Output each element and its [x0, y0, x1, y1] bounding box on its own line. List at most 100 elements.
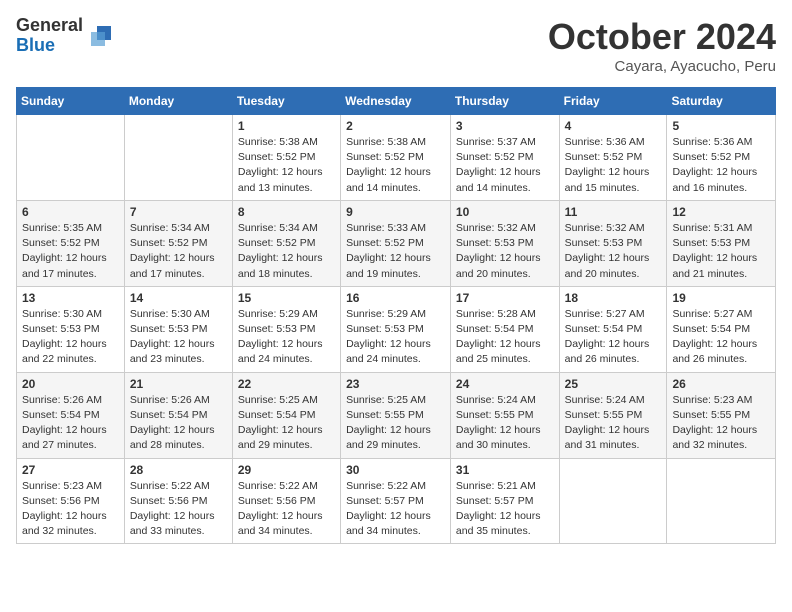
calendar-week-2: 6 Sunrise: 5:35 AMSunset: 5:52 PMDaylight…: [17, 200, 776, 286]
day-number: 26: [672, 377, 770, 391]
calendar-cell: 14 Sunrise: 5:30 AMSunset: 5:53 PMDayligh…: [124, 286, 232, 372]
calendar-cell: [17, 115, 125, 201]
day-number: 24: [456, 377, 554, 391]
day-number: 29: [238, 463, 335, 477]
day-info: Sunrise: 5:25 AMSunset: 5:54 PMDaylight:…: [238, 393, 335, 454]
day-number: 12: [672, 205, 770, 219]
calendar-cell: 8Sunrise: 5:34 AMSunset: 5:52 PMDaylight…: [232, 200, 340, 286]
weekday-header-tuesday: Tuesday: [232, 88, 340, 115]
day-info: Sunrise: 5:38 AMSunset: 5:52 PMDaylight:…: [238, 135, 335, 196]
calendar-cell: 20 Sunrise: 5:26 AMSunset: 5:54 PMDayligh…: [17, 372, 125, 458]
calendar-week-5: 27Sunrise: 5:23 AMSunset: 5:56 PMDayligh…: [17, 458, 776, 544]
calendar-cell: 18 Sunrise: 5:27 AMSunset: 5:54 PMDayligh…: [559, 286, 667, 372]
day-number: 7: [130, 205, 227, 219]
calendar-cell: 10Sunrise: 5:32 AMSunset: 5:53 PMDayligh…: [450, 200, 559, 286]
day-info: Sunrise: 5:27 AMSunset: 5:54 PMDaylight:…: [565, 307, 662, 368]
day-number: 28: [130, 463, 227, 477]
day-number: 3: [456, 119, 554, 133]
logo: General Blue: [16, 16, 115, 56]
calendar-week-1: 1 Sunrise: 5:38 AMSunset: 5:52 PMDaylight…: [17, 115, 776, 201]
day-info: Sunrise: 5:31 AMSunset: 5:53 PMDaylight:…: [672, 221, 770, 282]
day-number: 4: [565, 119, 662, 133]
weekday-header-friday: Friday: [559, 88, 667, 115]
day-info: Sunrise: 5:34 AMSunset: 5:52 PMDaylight:…: [238, 221, 335, 282]
day-info: Sunrise: 5:28 AMSunset: 5:54 PMDaylight:…: [456, 307, 554, 368]
calendar-cell: [124, 115, 232, 201]
day-number: 19: [672, 291, 770, 305]
calendar-table: SundayMondayTuesdayWednesdayThursdayFrid…: [16, 87, 776, 544]
month-title: October 2024: [548, 16, 776, 58]
day-number: 1: [238, 119, 335, 133]
location-subtitle: Cayara, Ayacucho, Peru: [548, 58, 776, 75]
day-info: Sunrise: 5:21 AMSunset: 5:57 PMDaylight:…: [456, 479, 554, 540]
calendar-cell: 11Sunrise: 5:32 AMSunset: 5:53 PMDayligh…: [559, 200, 667, 286]
calendar-cell: 25Sunrise: 5:24 AMSunset: 5:55 PMDayligh…: [559, 372, 667, 458]
day-info: Sunrise: 5:26 AMSunset: 5:54 PMDaylight:…: [130, 393, 227, 454]
calendar-week-4: 20 Sunrise: 5:26 AMSunset: 5:54 PMDayligh…: [17, 372, 776, 458]
weekday-header-monday: Monday: [124, 88, 232, 115]
day-number: 6: [22, 205, 119, 219]
calendar-cell: 27Sunrise: 5:23 AMSunset: 5:56 PMDayligh…: [17, 458, 125, 544]
day-number: 27: [22, 463, 119, 477]
calendar-header: SundayMondayTuesdayWednesdayThursdayFrid…: [17, 88, 776, 115]
day-number: 14: [130, 291, 227, 305]
logo-general: General: [16, 16, 83, 36]
calendar-cell: 16 Sunrise: 5:29 AMSunset: 5:53 PMDayligh…: [341, 286, 451, 372]
day-number: 31: [456, 463, 554, 477]
day-number: 11: [565, 205, 662, 219]
calendar-cell: 24 Sunrise: 5:24 AMSunset: 5:55 PMDayligh…: [450, 372, 559, 458]
day-info: Sunrise: 5:22 AMSunset: 5:56 PMDaylight:…: [238, 479, 335, 540]
day-info: Sunrise: 5:30 AMSunset: 5:53 PMDaylight:…: [130, 307, 227, 368]
logo-blue: Blue: [16, 36, 83, 56]
day-number: 30: [346, 463, 445, 477]
calendar-cell: 21Sunrise: 5:26 AMSunset: 5:54 PMDayligh…: [124, 372, 232, 458]
day-info: Sunrise: 5:24 AMSunset: 5:55 PMDaylight:…: [456, 393, 554, 454]
day-info: Sunrise: 5:30 AMSunset: 5:53 PMDaylight:…: [22, 307, 119, 368]
calendar-week-3: 13 Sunrise: 5:30 AMSunset: 5:53 PMDayligh…: [17, 286, 776, 372]
calendar-cell: [667, 458, 776, 544]
day-info: Sunrise: 5:26 AMSunset: 5:54 PMDaylight:…: [22, 393, 119, 454]
calendar-cell: 1 Sunrise: 5:38 AMSunset: 5:52 PMDaylight…: [232, 115, 340, 201]
day-number: 5: [672, 119, 770, 133]
day-number: 10: [456, 205, 554, 219]
day-number: 18: [565, 291, 662, 305]
calendar-cell: 26 Sunrise: 5:23 AMSunset: 5:55 PMDayligh…: [667, 372, 776, 458]
calendar-cell: 7 Sunrise: 5:34 AMSunset: 5:52 PMDaylight…: [124, 200, 232, 286]
day-info: Sunrise: 5:38 AMSunset: 5:52 PMDaylight:…: [346, 135, 445, 196]
day-info: Sunrise: 5:25 AMSunset: 5:55 PMDaylight:…: [346, 393, 445, 454]
calendar-cell: 22Sunrise: 5:25 AMSunset: 5:54 PMDayligh…: [232, 372, 340, 458]
day-info: Sunrise: 5:22 AMSunset: 5:56 PMDaylight:…: [130, 479, 227, 540]
calendar-cell: 5 Sunrise: 5:36 AMSunset: 5:52 PMDaylight…: [667, 115, 776, 201]
day-number: 23: [346, 377, 445, 391]
day-number: 15: [238, 291, 335, 305]
page-header: General Blue October 2024 Cayara, Ayacuc…: [16, 16, 776, 75]
day-info: Sunrise: 5:22 AMSunset: 5:57 PMDaylight:…: [346, 479, 445, 540]
day-info: Sunrise: 5:23 AMSunset: 5:55 PMDaylight:…: [672, 393, 770, 454]
day-info: Sunrise: 5:37 AMSunset: 5:52 PMDaylight:…: [456, 135, 554, 196]
day-info: Sunrise: 5:27 AMSunset: 5:54 PMDaylight:…: [672, 307, 770, 368]
calendar-cell: 6 Sunrise: 5:35 AMSunset: 5:52 PMDaylight…: [17, 200, 125, 286]
day-number: 9: [346, 205, 445, 219]
calendar-cell: [559, 458, 667, 544]
day-info: Sunrise: 5:29 AMSunset: 5:53 PMDaylight:…: [346, 307, 445, 368]
calendar-cell: 12 Sunrise: 5:31 AMSunset: 5:53 PMDayligh…: [667, 200, 776, 286]
weekday-header-sunday: Sunday: [17, 88, 125, 115]
calendar-cell: 19 Sunrise: 5:27 AMSunset: 5:54 PMDayligh…: [667, 286, 776, 372]
day-number: 25: [565, 377, 662, 391]
day-number: 20: [22, 377, 119, 391]
title-block: October 2024 Cayara, Ayacucho, Peru: [548, 16, 776, 75]
day-number: 16: [346, 291, 445, 305]
calendar-cell: 28 Sunrise: 5:22 AMSunset: 5:56 PMDayligh…: [124, 458, 232, 544]
logo-icon: [87, 22, 115, 50]
day-number: 13: [22, 291, 119, 305]
day-info: Sunrise: 5:35 AMSunset: 5:52 PMDaylight:…: [22, 221, 119, 282]
calendar-cell: 23 Sunrise: 5:25 AMSunset: 5:55 PMDayligh…: [341, 372, 451, 458]
day-info: Sunrise: 5:34 AMSunset: 5:52 PMDaylight:…: [130, 221, 227, 282]
day-info: Sunrise: 5:29 AMSunset: 5:53 PMDaylight:…: [238, 307, 335, 368]
weekday-header-wednesday: Wednesday: [341, 88, 451, 115]
day-info: Sunrise: 5:36 AMSunset: 5:52 PMDaylight:…: [672, 135, 770, 196]
calendar-cell: 31 Sunrise: 5:21 AMSunset: 5:57 PMDayligh…: [450, 458, 559, 544]
weekday-header-thursday: Thursday: [450, 88, 559, 115]
day-number: 2: [346, 119, 445, 133]
day-info: Sunrise: 5:36 AMSunset: 5:52 PMDaylight:…: [565, 135, 662, 196]
